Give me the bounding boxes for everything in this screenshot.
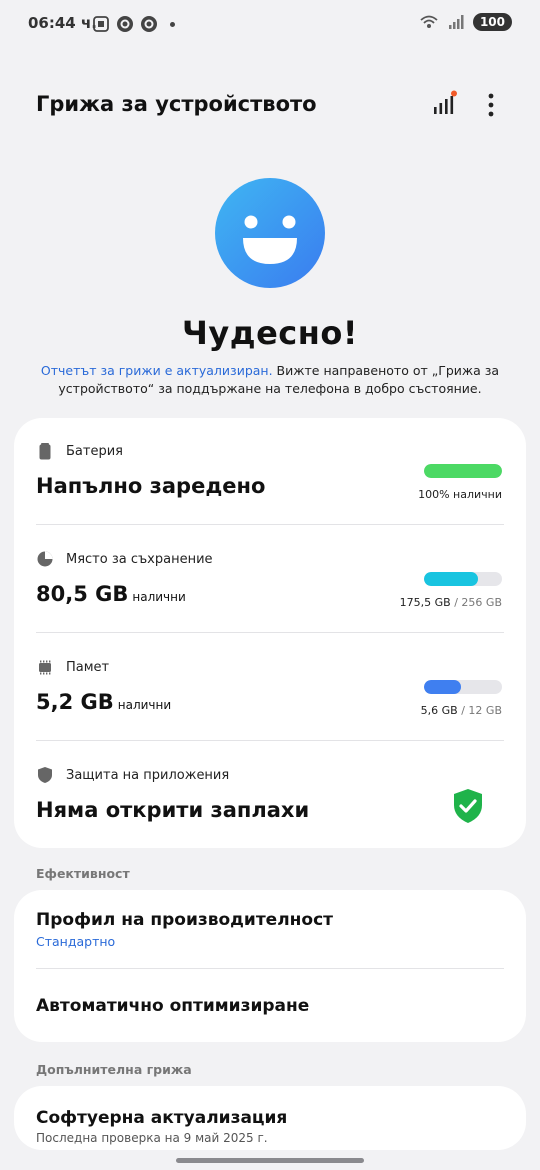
shield-icon <box>38 767 52 783</box>
memory-row[interactable]: Памет 5,2 GB налични 5,6 GB / 12 GB <box>36 658 504 717</box>
storage-label: Място за съхранение <box>66 551 213 567</box>
auto-optimize-item[interactable]: Автоматично оптимизиране <box>36 996 309 1016</box>
memory-caption: 5,6 GB / 12 GB <box>421 704 502 717</box>
status-hero: Чудесно! Отчетът за грижи е актуализиран… <box>0 178 540 398</box>
app-protection-label: Защита на приложения <box>66 767 230 783</box>
software-update-item[interactable]: Софтуерна актуализация <box>36 1108 287 1128</box>
memory-bar <box>424 680 502 694</box>
memory-used: 5,6 GB <box>420 704 458 717</box>
memory-chip-icon <box>39 660 51 675</box>
status-bar: 06:44 ч. 100 <box>0 0 540 48</box>
app-protection-value: Няма открити заплахи <box>36 798 310 822</box>
memory-value: 5,2 GB <box>36 690 114 714</box>
record-icon-2 <box>141 16 157 32</box>
software-update-last-checked: Последна проверка на 9 май 2025 г. <box>36 1131 268 1145</box>
storage-used: 175,5 GB <box>399 596 451 609</box>
memory-total: / 12 GB <box>457 704 502 717</box>
battery-icon <box>39 443 51 460</box>
additional-care-card: Софтуерна актуализация Последна проверка… <box>14 1086 526 1150</box>
battery-caption: 100% налични <box>418 488 502 501</box>
report-chart-icon[interactable] <box>432 90 458 116</box>
memory-label: Памет <box>66 659 110 675</box>
divider <box>36 968 504 969</box>
home-indicator[interactable] <box>176 1158 364 1163</box>
storage-value: 80,5 GB <box>36 582 129 606</box>
divider <box>36 632 504 633</box>
efficiency-card: Профил на производителност Стандартно Ав… <box>14 890 526 1042</box>
signal-icon <box>448 15 464 29</box>
battery-bar <box>424 464 502 478</box>
battery-row[interactable]: Батерия Напълно заредено 100% налични <box>36 442 504 501</box>
happy-face-icon <box>215 178 325 288</box>
memory-value-sub: налични <box>117 698 172 712</box>
performance-profile-title[interactable]: Профил на производителност <box>36 910 333 930</box>
memory-bar-fill <box>424 680 461 694</box>
divider <box>36 740 504 741</box>
more-options-icon[interactable] <box>480 92 502 118</box>
notification-dot <box>170 21 175 27</box>
performance-profile-value: Стандартно <box>36 934 116 949</box>
divider <box>36 524 504 525</box>
storage-total: / 256 GB <box>450 596 502 609</box>
additional-care-section-label: Допълнителна грижа <box>36 1062 192 1077</box>
status-time: 06:44 ч. <box>28 14 97 32</box>
screenshot-icon <box>93 16 109 32</box>
battery-bar-fill <box>424 464 502 478</box>
record-icon <box>117 16 133 32</box>
storage-pie-icon <box>37 551 53 567</box>
app-bar: Грижа за устройството <box>0 80 540 130</box>
device-status-card: Батерия Напълно заредено 100% налични Мя… <box>14 418 526 848</box>
storage-row[interactable]: Място за съхранение 80,5 GB налични 175,5… <box>36 550 504 609</box>
app-protection-row[interactable]: Защита на приложения Няма открити заплах… <box>36 766 504 823</box>
storage-value-sub: налични <box>132 590 186 604</box>
storage-bar <box>424 572 502 586</box>
report-updated-link[interactable]: Отчетът за грижи е актуализиран. <box>41 363 273 378</box>
page-title: Грижа за устройството <box>36 92 317 116</box>
efficiency-section-label: Ефективност <box>36 866 130 881</box>
battery-label: Батерия <box>66 443 123 459</box>
storage-caption: 175,5 GB / 256 GB <box>400 596 502 609</box>
wifi-icon <box>420 15 438 28</box>
status-description: Отчетът за грижи е актуализиран. Вижте н… <box>40 362 500 398</box>
status-title: Чудесно! <box>182 314 358 352</box>
battery-level: 100 <box>472 13 512 31</box>
storage-bar-fill <box>424 572 478 586</box>
shield-check-icon <box>454 789 482 823</box>
